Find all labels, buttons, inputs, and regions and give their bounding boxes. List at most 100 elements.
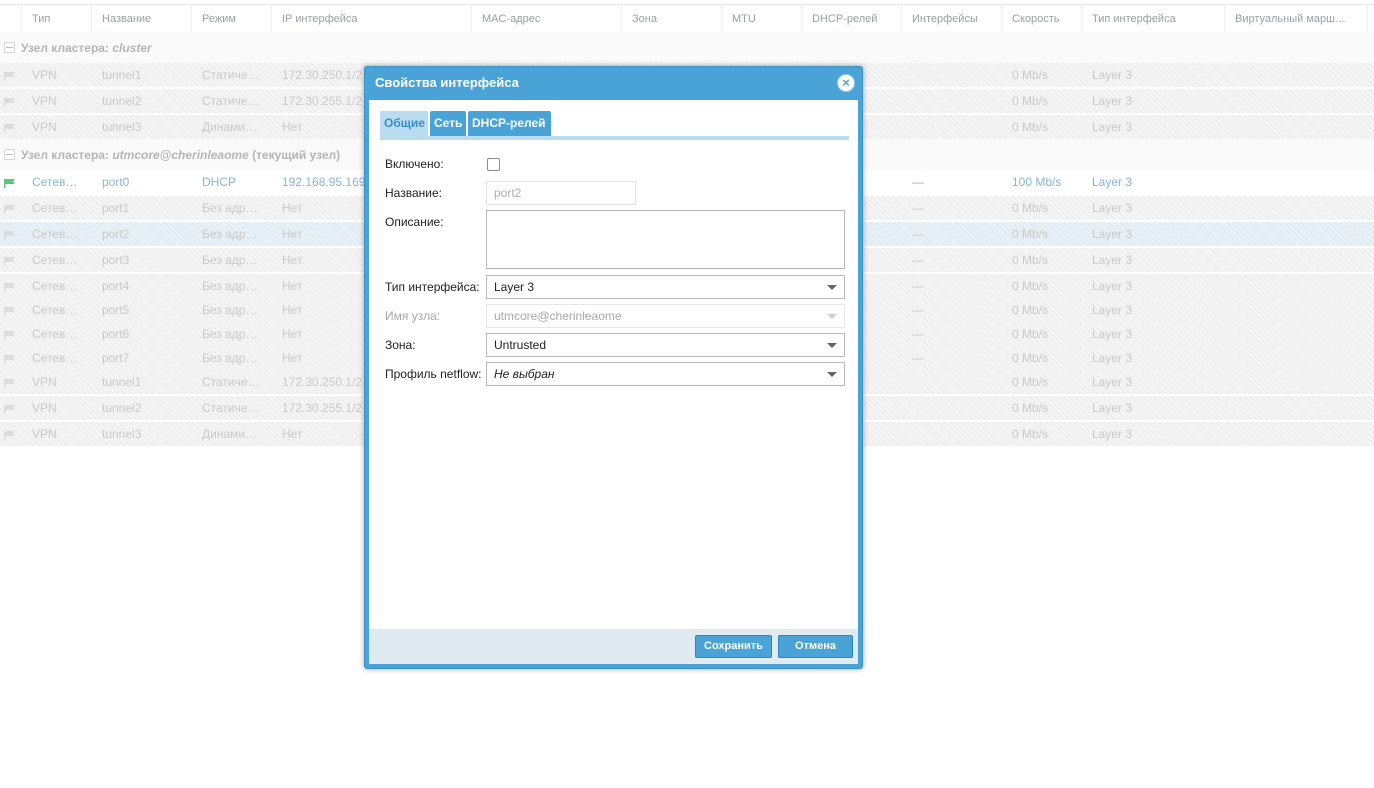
cell-mode: Динами… — [202, 427, 258, 441]
enabled-checkbox[interactable] — [487, 158, 500, 171]
cell-speed: 0 Mb/s — [1012, 227, 1049, 241]
cell-type: Сетев… — [32, 253, 78, 267]
col-name[interactable]: Название — [92, 5, 192, 33]
cell-type: VPN — [32, 68, 57, 82]
cell-name: tunnel1 — [102, 375, 142, 389]
group-header-cluster[interactable]: Узел кластера: cluster — [0, 33, 1374, 64]
cell-mode: Без адр… — [202, 279, 258, 293]
description-label: Описание: — [385, 215, 444, 229]
cell-speed: 0 Mb/s — [1012, 201, 1049, 215]
cell-name: port6 — [102, 327, 130, 341]
group-suffix: (текущий узел) — [252, 148, 341, 162]
cell-iftype: Layer 3 — [1092, 327, 1133, 341]
group-prefix: Узел кластера: — [21, 148, 109, 162]
dialog-title: Свойства интерфейса — [375, 75, 519, 90]
flag-icon — [4, 122, 16, 133]
zone-label: Зона: — [385, 338, 416, 352]
save-button[interactable]: Сохранить — [695, 635, 772, 658]
cell-speed: 0 Mb/s — [1012, 427, 1049, 441]
cell-ifaces — [902, 396, 1002, 420]
cell-mode: Без адр… — [202, 351, 258, 365]
cell-iftype: Layer 3 — [1092, 120, 1133, 134]
node-label: Имя узла: — [385, 309, 441, 323]
col-ip[interactable]: IP интерфейса — [272, 5, 472, 33]
flag-icon — [4, 229, 16, 240]
cell-ifaces — [902, 115, 1002, 139]
col-type[interactable]: Тип — [22, 5, 92, 33]
cell-name: tunnel2 — [102, 94, 142, 108]
cell-ifaces — [902, 63, 1002, 87]
cell-type: VPN — [32, 94, 57, 108]
flag-icon — [4, 353, 16, 364]
cell-ifaces: — — [912, 175, 924, 189]
cell-ifaces: — — [912, 303, 924, 317]
col-speed[interactable]: Скорость — [1002, 5, 1082, 33]
col-dhcp-relay[interactable]: DHCP-релей — [802, 5, 902, 33]
zone-select[interactable]: Untrusted — [486, 333, 845, 357]
collapse-icon[interactable] — [4, 42, 15, 53]
col-zone[interactable]: Зона — [622, 5, 722, 33]
col-mtu[interactable]: MTU — [722, 5, 802, 33]
iftype-select[interactable]: Layer 3 — [486, 275, 845, 299]
col-interfaces[interactable]: Интерфейсы — [902, 5, 1002, 33]
collapse-icon[interactable] — [4, 149, 15, 160]
col-virtual-router[interactable]: Виртуальный марш… — [1225, 5, 1368, 33]
netflow-value: Не выбран — [494, 367, 555, 381]
col-iftype[interactable]: Тип интерфейса — [1082, 5, 1225, 33]
chevron-down-icon — [827, 343, 837, 348]
cell-iftype: Layer 3 — [1092, 427, 1133, 441]
cell-name: tunnel2 — [102, 401, 142, 415]
node-value: utmcore@cherinleaome — [494, 309, 622, 323]
cell-iftype: Layer 3 — [1092, 279, 1133, 293]
cell-name: port1 — [102, 201, 130, 215]
cell-type: Сетев… — [32, 227, 78, 241]
cell-name: port2 — [102, 227, 130, 241]
col-mode[interactable]: Режим — [192, 5, 272, 33]
close-icon[interactable]: × — [837, 74, 855, 92]
enabled-label: Включено: — [385, 157, 444, 171]
flag-icon — [4, 96, 16, 107]
tab-dhcp-relay[interactable]: DHCP-релей — [468, 111, 551, 136]
cell-mode: Статиче… — [202, 375, 260, 389]
cell-speed: 0 Mb/s — [1012, 94, 1049, 108]
group-prefix: Узел кластера: — [21, 41, 109, 55]
name-field[interactable]: port2 — [486, 181, 636, 205]
node-select: utmcore@cherinleaome — [486, 304, 845, 328]
flag-icon — [4, 305, 16, 316]
tab-network[interactable]: Сеть — [430, 111, 466, 136]
cell-speed: 0 Mb/s — [1012, 68, 1049, 82]
cell-iftype: Layer 3 — [1092, 175, 1133, 189]
netflow-label: Профиль netflow: — [385, 367, 482, 381]
grid-header: Тип Название Режим IP интерфейса MAC-адр… — [0, 4, 1374, 34]
group-name: utmcore@cherinleaome — [112, 148, 249, 162]
chevron-down-icon — [827, 285, 837, 290]
cell-type: Сетев… — [32, 351, 78, 365]
dialog-footer: Сохранить Отмена — [369, 629, 858, 664]
cell-name: port7 — [102, 351, 130, 365]
cell-ifaces — [902, 370, 1002, 394]
netflow-select[interactable]: Не выбран — [486, 362, 845, 386]
flag-icon — [4, 403, 16, 414]
cell-mode: Без адр… — [202, 201, 258, 215]
cell-name: port3 — [102, 253, 130, 267]
cell-type: VPN — [32, 427, 57, 441]
col-mac[interactable]: MAC-адрес — [472, 5, 622, 33]
cell-speed: 0 Mb/s — [1012, 120, 1049, 134]
cell-mode: Статиче… — [202, 68, 260, 82]
flag-icon — [4, 203, 16, 214]
cell-mode: Без адр… — [202, 253, 258, 267]
cell-ifaces: — — [912, 327, 924, 341]
cell-mode: Без адр… — [202, 227, 258, 241]
flag-icon — [4, 70, 16, 81]
group-name: cluster — [112, 41, 152, 55]
iftype-label: Тип интерфейса: — [385, 280, 480, 294]
cancel-button[interactable]: Отмена — [778, 635, 853, 658]
cell-type: VPN — [32, 375, 57, 389]
name-label: Название: — [385, 186, 442, 200]
cell-type: Сетев… — [32, 279, 78, 293]
cell-ifaces — [902, 422, 1002, 446]
cell-mode: Без адр… — [202, 303, 258, 317]
tab-general[interactable]: Общие — [380, 111, 428, 136]
description-textarea[interactable] — [486, 210, 845, 269]
iftype-value: Layer 3 — [494, 280, 535, 294]
